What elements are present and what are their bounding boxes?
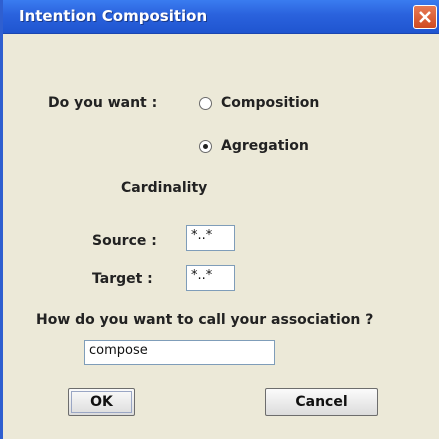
target-cardinality-input[interactable]: *..*: [186, 265, 235, 291]
option-composition-label[interactable]: Composition: [221, 95, 319, 111]
close-button[interactable]: [413, 5, 437, 29]
option-agregation-label[interactable]: Agregation: [221, 138, 309, 154]
question-label: Do you want :: [48, 95, 158, 111]
window-title: Intention Composition: [19, 7, 208, 25]
radio-selected-dot: [203, 144, 208, 149]
cancel-button[interactable]: Cancel: [265, 388, 378, 416]
ok-button[interactable]: OK: [68, 388, 135, 416]
radio-composition[interactable]: [199, 97, 212, 110]
target-label: Target :: [92, 271, 153, 287]
source-label: Source :: [92, 233, 157, 249]
source-cardinality-input[interactable]: *..*: [186, 225, 235, 251]
association-name-input[interactable]: compose: [84, 340, 275, 365]
dialog-content: Do you want : Composition Agregation Car…: [3, 34, 439, 439]
ok-button-focus-ring: [71, 391, 132, 413]
cancel-button-label: Cancel: [295, 394, 348, 410]
title-bar[interactable]: Intention Composition: [3, 0, 439, 34]
association-prompt: How do you want to call your association…: [36, 312, 374, 328]
cardinality-heading: Cardinality: [121, 180, 208, 196]
radio-agregation[interactable]: [199, 140, 212, 153]
dialog-window: Intention Composition Do you want : Comp…: [0, 0, 439, 439]
close-icon: [419, 11, 431, 23]
